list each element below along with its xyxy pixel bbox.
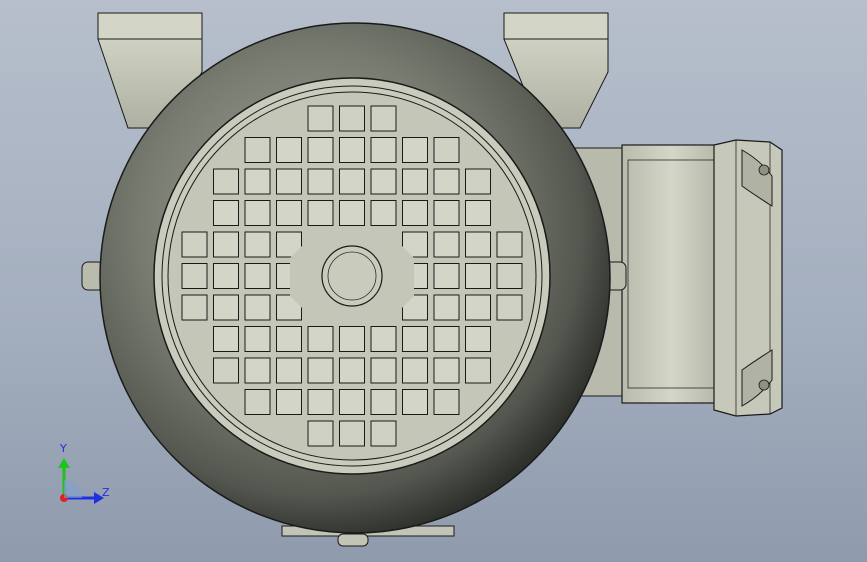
grille-opening	[181, 231, 208, 258]
grille-opening	[433, 137, 460, 163]
grille-opening	[433, 389, 460, 415]
grille-opening	[244, 357, 271, 384]
grille-opening	[244, 137, 271, 163]
grille-opening	[339, 168, 365, 195]
grille-opening	[370, 326, 397, 352]
grille-opening	[370, 357, 397, 384]
grille-opening	[244, 294, 271, 321]
motor-model[interactable]	[0, 0, 867, 562]
grille-opening	[307, 200, 334, 226]
grille-opening	[181, 263, 208, 289]
grille-opening	[496, 294, 523, 321]
grille-opening	[276, 389, 302, 415]
grille-opening	[339, 137, 365, 163]
grille-opening	[276, 200, 302, 226]
grille-opening	[465, 231, 491, 258]
orientation-triad: Y Z	[44, 438, 124, 510]
grille-opening	[307, 357, 334, 384]
grille-opening	[339, 357, 365, 384]
grille-opening	[276, 137, 302, 163]
grille-opening	[370, 105, 397, 132]
grille-opening	[213, 294, 239, 321]
y-axis-label: Y	[60, 442, 67, 455]
grille-opening	[465, 294, 491, 321]
grille-opening	[339, 105, 365, 132]
grille-opening	[433, 231, 460, 258]
grille-opening	[213, 168, 239, 195]
grille-opening	[433, 200, 460, 226]
grille-opening	[465, 168, 491, 195]
grille-opening	[370, 389, 397, 415]
grille-opening	[339, 389, 365, 415]
grille-opening	[402, 200, 428, 226]
grille-opening	[465, 200, 491, 226]
grille-opening	[465, 263, 491, 289]
grille-opening	[433, 326, 460, 352]
z-axis-label: Z	[102, 486, 110, 499]
graphics-viewport[interactable]: Y Z	[0, 0, 867, 562]
grille-opening	[339, 200, 365, 226]
grille-opening	[433, 294, 460, 321]
grille-opening	[213, 326, 239, 352]
grille-opening	[244, 389, 271, 415]
grille-opening	[307, 420, 334, 447]
grille-opening	[402, 357, 428, 384]
grille-opening	[370, 200, 397, 226]
grille-opening	[465, 326, 491, 352]
grille-opening	[339, 326, 365, 352]
grille-hub	[290, 238, 414, 316]
grille-opening	[244, 263, 271, 289]
grille-opening	[244, 168, 271, 195]
grille-opening	[276, 168, 302, 195]
grille-opening	[433, 263, 460, 289]
grille-opening	[276, 357, 302, 384]
grille-opening	[181, 294, 208, 321]
grille-opening	[402, 137, 428, 163]
grille-opening	[307, 168, 334, 195]
grille-opening	[433, 168, 460, 195]
grille-opening	[402, 389, 428, 415]
grille-opening	[244, 200, 271, 226]
grille-opening	[307, 105, 334, 132]
grille-opening	[244, 231, 271, 258]
drain-plug[interactable]	[337, 533, 369, 547]
grille-opening	[370, 168, 397, 195]
grille-opening	[213, 231, 239, 258]
grille-opening	[370, 420, 397, 447]
grille-opening	[496, 263, 523, 289]
grille-opening	[433, 357, 460, 384]
grille-opening	[213, 263, 239, 289]
grille-opening	[307, 326, 334, 352]
grille-opening	[465, 357, 491, 384]
grille-opening	[213, 200, 239, 226]
grille-opening	[402, 326, 428, 352]
grille-opening	[339, 420, 365, 447]
grille-opening	[307, 137, 334, 163]
grille-opening	[496, 231, 523, 258]
grille-opening	[402, 168, 428, 195]
grille-opening	[370, 137, 397, 163]
grille-opening	[307, 389, 334, 415]
grille-opening	[244, 326, 271, 352]
grille-opening	[213, 357, 239, 384]
grille-opening	[276, 326, 302, 352]
